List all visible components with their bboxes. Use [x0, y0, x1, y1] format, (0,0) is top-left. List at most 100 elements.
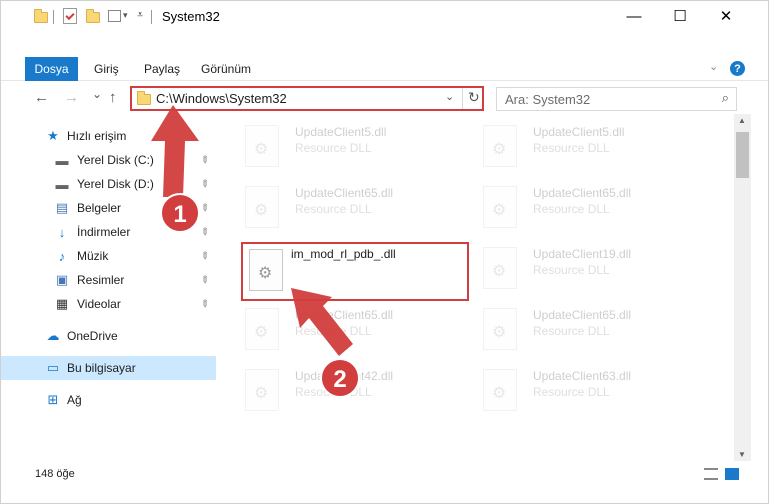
file-name: UpdateClient65.dll [533, 186, 632, 200]
chevron-down-icon[interactable]: ▾ [123, 10, 128, 21]
tab-home[interactable]: Giriş [94, 62, 119, 76]
sidebar-item-local-disk-c[interactable]: ▬ Yerel Disk (C:) ✎ [1, 148, 216, 172]
sidebar-item-label: İndirmeler [77, 225, 131, 239]
address-bar[interactable]: C:\Windows\System32 ⌄ ↻ [130, 86, 484, 111]
quick-access-toolbar-dropdown-icon[interactable]: ⩡ [137, 9, 143, 22]
dll-file-icon [483, 308, 517, 350]
list-item[interactable]: UpdateClient65.dll Resource DLL [475, 182, 705, 238]
sidebar-item-label: Belgeler [77, 201, 122, 215]
properties-icon[interactable] [63, 8, 77, 24]
help-icon[interactable]: ? [730, 61, 745, 76]
sidebar-item-downloads[interactable]: ↓ İndirmeler ✎ [1, 220, 216, 244]
details-view-icon[interactable] [704, 468, 718, 480]
sidebar-item-this-pc[interactable]: ▭ Bu bilgisayar [1, 356, 216, 380]
dll-file-icon [245, 369, 279, 411]
star-icon: ★ [47, 128, 59, 143]
customize-icon[interactable] [108, 10, 121, 22]
sidebar-item-pictures[interactable]: ▣ Resimler ✎ [1, 268, 216, 292]
vertical-scrollbar[interactable]: ▲ ▼ [734, 114, 751, 461]
tab-share[interactable]: Paylaş [144, 62, 180, 76]
search-placeholder: Ara: System32 [505, 92, 591, 107]
sidebar-item-label: Videolar [77, 297, 121, 311]
sidebar-item-quick-access[interactable]: ★ Hızlı erişim [1, 124, 216, 148]
tab-view[interactable]: Görünüm [201, 62, 251, 76]
pin-icon[interactable]: ✎ [197, 153, 211, 167]
chevron-down-icon[interactable]: ⌄ [445, 90, 454, 103]
large-icons-view-icon[interactable] [725, 468, 739, 480]
file-name: UpdateClient65.dll [533, 308, 632, 322]
list-item[interactable]: UpdateClient19.dll Resource DLL [475, 243, 705, 299]
file-type: Resource DLL [295, 202, 372, 216]
recent-locations-button[interactable]: ⌄ [92, 87, 102, 101]
file-type: Resource DLL [533, 202, 610, 216]
list-item[interactable]: UpdateClient42.dll Resource DLL [237, 365, 467, 421]
file-name: UpdateClient42.dll [295, 369, 394, 383]
file-list: UpdateClient5.dll Resource DLL UpdateCli… [231, 121, 733, 461]
sidebar-item-network[interactable]: ⊞ Ağ [1, 388, 216, 412]
downloads-icon: ↓ [58, 224, 66, 240]
sidebar-item-onedrive[interactable]: ☁ OneDrive [1, 324, 216, 348]
file-type: Resource DLL [533, 263, 610, 277]
sidebar-item-label: Resimler [77, 273, 125, 287]
drive-icon: ▬ [55, 152, 69, 168]
sidebar-item-label: OneDrive [67, 329, 118, 343]
tab-file[interactable]: Dosya [25, 57, 78, 81]
list-item[interactable]: UpdateClient5.dll Resource DLL [237, 121, 467, 177]
file-name: UpdateClient19.dll [533, 247, 632, 261]
cloud-icon: ☁ [46, 328, 60, 343]
dll-file-icon [483, 125, 517, 167]
divider [53, 10, 54, 24]
item-count: 148 öğe [35, 468, 75, 480]
scrollbar-thumb[interactable] [736, 132, 749, 178]
computer-icon: ▭ [46, 360, 60, 375]
sidebar-item-label: Yerel Disk (C:) [77, 153, 154, 167]
scroll-down-icon[interactable]: ▼ [738, 450, 746, 459]
search-input[interactable]: Ara: System32 ⌕ [496, 87, 737, 111]
file-type: Resource DLL [533, 385, 610, 399]
new-folder-icon[interactable] [86, 9, 100, 23]
pin-icon[interactable]: ✎ [197, 177, 211, 191]
divider [151, 10, 152, 24]
pin-icon[interactable]: ✎ [197, 201, 211, 215]
sidebar-item-music[interactable]: ♪ Müzik ✎ [1, 244, 216, 268]
dll-file-icon [483, 247, 517, 289]
list-item[interactable]: UpdateClient65.dll Resource DLL [475, 304, 705, 360]
dll-file-icon [245, 125, 279, 167]
sidebar-item-label: Müzik [77, 249, 109, 263]
back-button[interactable]: ← [34, 89, 49, 106]
forward-button[interactable]: → [64, 89, 79, 106]
drive-icon: ▬ [55, 176, 69, 192]
ribbon-expand-icon[interactable]: ⌄ [709, 60, 718, 73]
navigation-pane: ★ Hızlı erişim ▬ Yerel Disk (C:) ✎ ▬ Yer… [1, 121, 216, 461]
list-item[interactable]: UpdateClient63.dll Resource DLL [475, 365, 705, 421]
pin-icon[interactable]: ✎ [197, 249, 211, 263]
up-button[interactable]: ↑ [109, 89, 117, 106]
maximize-button[interactable]: ☐ [657, 1, 703, 31]
file-type: Resource DLL [295, 324, 372, 338]
sidebar-item-documents[interactable]: ▤ Belgeler ✎ [1, 196, 216, 220]
videos-icon: ▦ [55, 296, 69, 311]
pin-icon[interactable]: ✎ [197, 273, 211, 287]
sidebar-item-videos[interactable]: ▦ Videolar ✎ [1, 292, 216, 316]
file-name: UpdateClient65.dll [295, 308, 394, 322]
documents-icon: ▤ [55, 200, 69, 215]
scroll-up-icon[interactable]: ▲ [738, 116, 746, 125]
network-icon: ⊞ [47, 392, 59, 407]
address-path[interactable]: C:\Windows\System32 [156, 91, 287, 106]
list-item[interactable]: UpdateClient65.dll Resource DLL [237, 304, 467, 360]
refresh-icon[interactable]: ↻ [468, 89, 480, 106]
pin-icon[interactable]: ✎ [197, 297, 211, 311]
file-type: Resource DLL [295, 141, 372, 155]
folder-icon [137, 91, 151, 105]
file-name: im_mod_rl_pdb_.dll [291, 247, 396, 261]
file-name: UpdateClient5.dll [295, 125, 387, 139]
pin-icon[interactable]: ✎ [197, 225, 211, 239]
list-item[interactable]: UpdateClient65.dll Resource DLL [237, 182, 467, 238]
sidebar-item-local-disk-d[interactable]: ▬ Yerel Disk (D:) ✎ [1, 172, 216, 196]
minimize-button[interactable]: — [611, 1, 657, 31]
search-icon[interactable]: ⌕ [722, 90, 729, 106]
close-button[interactable]: ✕ [703, 1, 749, 31]
pictures-icon: ▣ [55, 272, 69, 287]
list-item[interactable]: UpdateClient5.dll Resource DLL [475, 121, 705, 177]
list-item-selected[interactable]: im_mod_rl_pdb_.dll [241, 242, 469, 301]
